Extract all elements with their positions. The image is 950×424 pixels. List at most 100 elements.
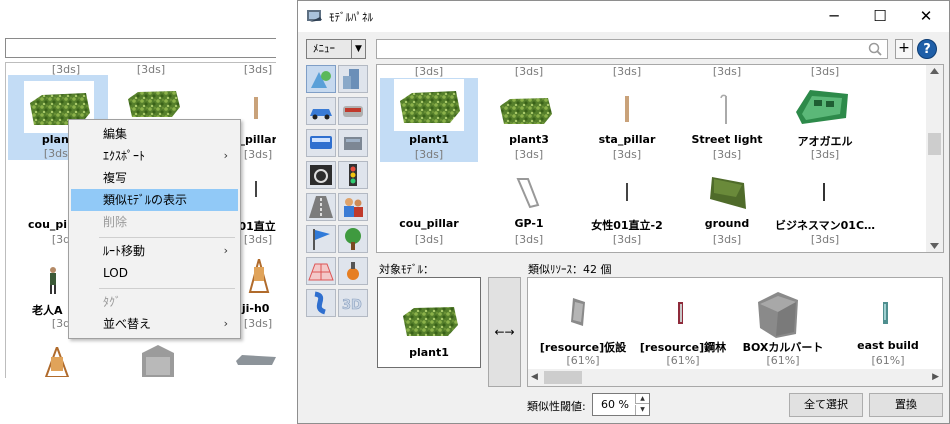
menu-item-label: 削除: [103, 215, 128, 229]
similarity-percent: [61%]: [666, 354, 700, 367]
category-signals-button[interactable]: [338, 161, 368, 189]
model-thumb-plant1[interactable]: plant1 [3ds]: [380, 78, 478, 162]
people-icon: [344, 198, 363, 217]
curve-icon: [314, 291, 327, 315]
submenu-arrow-icon: ›: [223, 244, 228, 257]
add-button[interactable]: +: [895, 39, 913, 59]
category-objects-button[interactable]: [338, 129, 368, 157]
category-3d-button[interactable]: 3D: [338, 289, 368, 317]
model-format: [3ds]: [514, 148, 544, 161]
model-name: sta_pillar: [598, 133, 656, 146]
category-trains-button[interactable]: [338, 97, 368, 125]
person-icon: [626, 183, 628, 201]
replace-button[interactable]: 置換: [869, 393, 943, 417]
threshold-value: 60 %: [601, 398, 629, 411]
close-button[interactable]: ✕: [903, 1, 949, 32]
scroll-down-icon[interactable]: [930, 243, 939, 249]
model-thumb-street-light[interactable]: Street light [3ds]: [678, 78, 776, 162]
thumb-subtitle: [3ds]: [810, 65, 840, 78]
spin-up-icon[interactable]: ▲: [635, 394, 649, 404]
category-people-button[interactable]: [338, 193, 368, 221]
menu-item-route-move[interactable]: ﾙｰﾄ移動 ›: [71, 240, 238, 262]
menu-item-sort[interactable]: 並べ替え ›: [71, 313, 238, 335]
category-flags-button[interactable]: [306, 225, 336, 253]
title-bar[interactable]: ﾓﾃﾞﾙﾊﾟﾈﾙ ─ ☐ ✕: [298, 1, 949, 32]
select-all-button[interactable]: 全て選択: [789, 393, 863, 417]
menu-item-label: 並べ替え: [103, 317, 152, 331]
menu-item-delete: 削除: [71, 211, 238, 233]
category-curves-button[interactable]: [306, 289, 336, 317]
model-name: ビジネスマン01C…: [774, 219, 876, 232]
thumb-subtitle: [3ds]: [712, 65, 742, 78]
figure-icon: [255, 181, 257, 197]
menu-dropdown-button[interactable]: ﾒﾆｭｰ ▼: [306, 39, 366, 59]
model-thumb-gp-1[interactable]: GP-1 [3ds]: [480, 169, 578, 251]
person-icon: [823, 183, 825, 201]
window-title: ﾓﾃﾞﾙﾊﾟﾈﾙ: [329, 11, 373, 24]
model-name: GP-1: [514, 217, 544, 230]
similarity-threshold-spinner[interactable]: 60 % ▲ ▼: [592, 393, 650, 416]
model-thumb-cou-pillar[interactable]: cou_pillar [3ds]: [380, 169, 478, 251]
category-effects-button[interactable]: [338, 257, 368, 285]
tree-icon: [345, 228, 361, 250]
horizontal-scrollbar[interactable]: ◀ ▶: [528, 369, 942, 386]
menu-item-label: ｴｸｽﾎﾟｰﾄ: [103, 149, 146, 163]
category-shapes-button[interactable]: [306, 65, 336, 93]
thumb-subtitle: [3ds]: [514, 65, 544, 78]
menu-item-edit[interactable]: 編集: [71, 123, 238, 145]
menu-separator: [99, 288, 235, 289]
category-buses-button[interactable]: [306, 129, 336, 157]
model-thumb-ground[interactable]: ground [3ds]: [678, 169, 776, 251]
svg-text:3D: 3D: [342, 298, 362, 313]
bus-icon: [310, 136, 332, 149]
search-input[interactable]: [376, 39, 888, 59]
elderly-person-icon: [50, 267, 56, 294]
ground-icon: [710, 177, 746, 209]
similar-item[interactable]: [resource]鋼林 [61%]: [633, 284, 733, 367]
steel-post-icon: [678, 302, 683, 324]
left-search-input[interactable]: [5, 38, 276, 58]
scroll-right-icon[interactable]: ▶: [932, 369, 939, 386]
menu-item-lod[interactable]: LOD: [71, 262, 238, 284]
category-cockpit-button[interactable]: [306, 161, 336, 189]
scroll-left-icon[interactable]: ◀: [531, 369, 538, 386]
menu-item-export[interactable]: ｴｸｽﾎﾟｰﾄ ›: [71, 145, 238, 167]
model-thumb-businessman[interactable]: ビジネスマン01C… [3ds]: [774, 169, 876, 251]
similar-item[interactable]: east build [61%]: [833, 284, 942, 367]
menu-item-tag: ﾀｸﾞ: [71, 291, 238, 313]
vertical-scrollbar[interactable]: [926, 65, 943, 252]
model-thumb-sta-pillar[interactable]: sta_pillar [3ds]: [578, 78, 676, 162]
scroll-up-icon[interactable]: [930, 68, 939, 74]
maximize-button[interactable]: ☐: [857, 1, 903, 32]
spin-down-icon[interactable]: ▼: [635, 405, 649, 415]
app-icon: [307, 10, 322, 22]
signboard-icon: [248, 259, 270, 293]
similar-item[interactable]: [resource]仮設 [61%]: [533, 284, 633, 367]
menu-item-show-similar[interactable]: 類似ﾓﾃﾞﾙの表示: [71, 189, 238, 211]
help-icon[interactable]: ?: [917, 39, 937, 59]
tower-icon: [883, 302, 888, 324]
target-model-box[interactable]: plant1: [377, 277, 481, 368]
scrollbar-thumb[interactable]: [544, 371, 582, 384]
category-cars-button[interactable]: [306, 97, 336, 125]
category-trees-button[interactable]: [338, 225, 368, 253]
thumb-subtitle: [3ds]: [243, 63, 273, 76]
similar-item[interactable]: BOXカルバート [61%]: [728, 284, 838, 367]
model-thumb-frog[interactable]: アオガエル [3ds]: [776, 78, 874, 162]
scrollbar-thumb[interactable]: [928, 133, 941, 155]
category-buildings-button[interactable]: [338, 65, 368, 93]
similar-name: BOXカルバート: [742, 341, 824, 354]
model-panel-window: ﾓﾃﾞﾙﾊﾟﾈﾙ ─ ☐ ✕ ﾒﾆｭｰ ▼ + ? 3D [3ds] [3ds]…: [297, 0, 950, 424]
category-grid-button[interactable]: [306, 257, 336, 285]
minimize-button[interactable]: ─: [811, 1, 857, 32]
similar-name: east build: [857, 339, 919, 352]
grid-floor-icon: [308, 263, 334, 281]
category-roads-button[interactable]: [306, 193, 336, 221]
model-thumb-plant3[interactable]: plant3 [3ds]: [480, 78, 578, 162]
swap-button[interactable]: ←→: [488, 277, 521, 387]
model-format: [3ds]: [612, 233, 642, 246]
guard-pipe-icon: [516, 178, 540, 209]
menu-item-copy[interactable]: 複写: [71, 167, 238, 189]
model-name: cou_pillar: [399, 217, 459, 230]
model-thumb-woman-standing[interactable]: 女性01直立-2 [3ds]: [578, 169, 676, 251]
